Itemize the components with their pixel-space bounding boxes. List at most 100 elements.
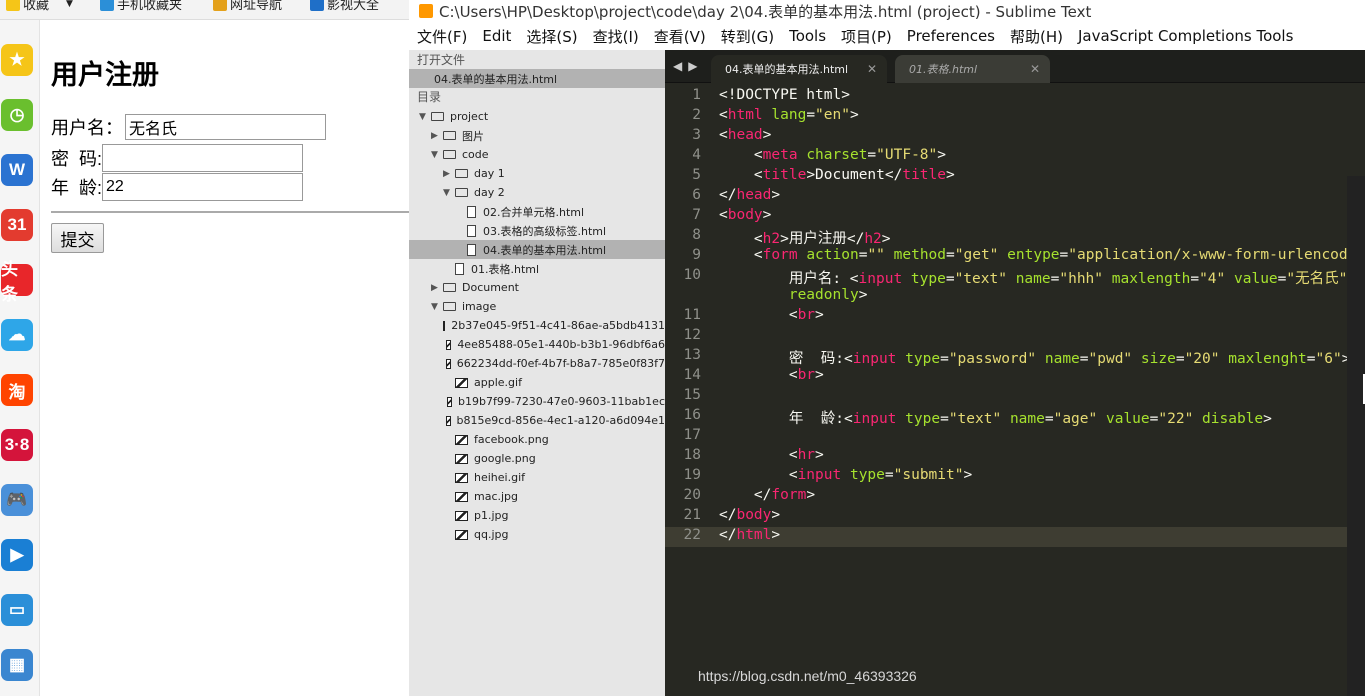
code-line[interactable]: <!DOCTYPE html> bbox=[719, 87, 850, 103]
menu-item[interactable]: Edit bbox=[482, 27, 511, 45]
code-line[interactable]: </form> bbox=[719, 487, 815, 503]
menu-item[interactable]: 转到(G) bbox=[721, 26, 774, 47]
menu-item[interactable]: 查找(I) bbox=[593, 26, 639, 47]
watermark-url: https://blog.csdn.net/m0_46393326 bbox=[698, 668, 917, 684]
image-file-icon bbox=[446, 339, 452, 350]
tree-item[interactable]: facebook.png bbox=[409, 430, 665, 449]
code-line[interactable]: <input type="submit"> bbox=[719, 467, 972, 483]
tree-item[interactable]: p1.jpg bbox=[409, 506, 665, 525]
tree-item[interactable]: 01.表格.html bbox=[409, 259, 665, 278]
menu-item[interactable]: 帮助(H) bbox=[1010, 26, 1063, 47]
line-number: 19 bbox=[683, 467, 701, 483]
calculator-icon[interactable]: ▦ bbox=[1, 649, 33, 681]
code-line[interactable]: </head> bbox=[719, 187, 780, 203]
menu-item[interactable]: JavaScript Completions Tools bbox=[1078, 27, 1293, 45]
menu-item[interactable]: 文件(F) bbox=[417, 26, 467, 47]
tab-nav-arrows-icon[interactable]: ◀▶ bbox=[673, 59, 703, 73]
tree-item[interactable]: ▶ day 1 bbox=[409, 164, 665, 183]
bookmark-video[interactable]: 影视大全 bbox=[310, 0, 379, 13]
tree-item-label: 02.合并单元格.html bbox=[483, 205, 585, 219]
menu-item[interactable]: Tools bbox=[789, 27, 826, 45]
code-line[interactable]: <h2>用户注册</h2> bbox=[719, 227, 891, 248]
code-line[interactable]: <head> bbox=[719, 127, 771, 143]
tree-item[interactable]: 662234dd-f0ef-4b7f-b8a7-785e0f83f7 bbox=[409, 354, 665, 373]
tree-item[interactable]: google.png bbox=[409, 449, 665, 468]
tree-item[interactable]: 02.合并单元格.html bbox=[409, 202, 665, 221]
gamepad-icon[interactable]: 🎮 bbox=[1, 484, 33, 516]
bookmark-mobile[interactable]: 手机收藏夹 bbox=[100, 0, 182, 13]
bookmark-favorites[interactable]: 收藏 ▼ bbox=[6, 0, 73, 13]
code-line[interactable]: 密 码:<input type="password" name="pwd" si… bbox=[719, 347, 1351, 368]
menu-item[interactable]: 查看(V) bbox=[654, 26, 706, 47]
calendar-icon[interactable]: 31 bbox=[1, 209, 33, 241]
tree-item[interactable]: b815e9cd-856e-4ec1-a120-a6d094e1 bbox=[409, 411, 665, 430]
sale-icon[interactable]: 3·8 bbox=[1, 429, 33, 461]
code-line[interactable]: 年 龄:<input type="text" name="age" value=… bbox=[719, 407, 1272, 428]
expanded-arrow-icon[interactable]: ▼ bbox=[431, 150, 443, 160]
code-line[interactable]: <br> bbox=[719, 367, 824, 383]
minimap[interactable] bbox=[1347, 176, 1365, 696]
tab-inactive[interactable]: 01.表格.html ✕ bbox=[895, 55, 1050, 83]
menu-item[interactable]: 项目(P) bbox=[841, 26, 892, 47]
expanded-arrow-icon[interactable]: ▼ bbox=[419, 112, 431, 122]
code-line[interactable]: <meta charset="UTF-8"> bbox=[719, 147, 946, 163]
line-number: 8 bbox=[692, 227, 701, 243]
age-input[interactable] bbox=[102, 173, 304, 201]
folder-icon bbox=[443, 283, 456, 292]
line-number: 1 bbox=[692, 87, 701, 103]
monitor-icon[interactable]: ▭ bbox=[1, 594, 33, 626]
collapsed-arrow-icon[interactable]: ▶ bbox=[431, 283, 443, 293]
video-icon[interactable]: ▶ bbox=[1, 539, 33, 571]
code-line[interactable]: <br> bbox=[719, 307, 824, 323]
tree-item[interactable]: apple.gif bbox=[409, 373, 665, 392]
menu-item[interactable]: Preferences bbox=[907, 27, 995, 45]
code-line[interactable]: <form action="" method="get" entype="app… bbox=[719, 247, 1365, 263]
expanded-arrow-icon[interactable]: ▼ bbox=[431, 302, 443, 312]
chevron-down-icon[interactable]: ▼ bbox=[66, 0, 73, 9]
star-icon[interactable]: ★ bbox=[1, 44, 33, 76]
tree-item[interactable]: b19b7f99-7230-47e0-9603-11bab1ec bbox=[409, 392, 665, 411]
collapsed-arrow-icon[interactable]: ▶ bbox=[443, 169, 455, 179]
taobao-icon[interactable]: 淘 bbox=[1, 374, 33, 406]
tab-active[interactable]: 04.表单的基本用法.html ✕ bbox=[711, 55, 887, 83]
weather-icon[interactable]: ☁ bbox=[1, 319, 33, 351]
folder-icon bbox=[431, 112, 444, 121]
code-line[interactable]: readonly> bbox=[719, 287, 868, 303]
tree-item[interactable]: qq.jpg bbox=[409, 525, 665, 544]
password-input[interactable] bbox=[102, 144, 304, 172]
bookmark-nav[interactable]: 网址导航 bbox=[213, 0, 282, 13]
open-file-item[interactable]: 04.表单的基本用法.html bbox=[409, 69, 665, 88]
close-icon[interactable]: ✕ bbox=[1030, 62, 1040, 76]
code-line[interactable]: <hr> bbox=[719, 447, 824, 463]
tree-item[interactable]: ▼ code bbox=[409, 145, 665, 164]
tree-item-label: heihei.gif bbox=[474, 471, 525, 484]
rendered-page: 用户注册 用户名： 密 码: 年 龄: 提交 bbox=[41, 20, 409, 696]
code-line[interactable]: </html> bbox=[719, 527, 780, 543]
tree-item[interactable]: mac.jpg bbox=[409, 487, 665, 506]
code-line[interactable]: <body> bbox=[719, 207, 771, 223]
code-line[interactable]: </body> bbox=[719, 507, 780, 523]
code-line[interactable]: <title>Document</title> bbox=[719, 167, 955, 183]
username-input[interactable] bbox=[125, 114, 326, 140]
code-line[interactable]: <html lang="en"> bbox=[719, 107, 859, 123]
close-icon[interactable]: ✕ bbox=[867, 62, 877, 76]
tree-item[interactable]: 03.表格的高级标签.html bbox=[409, 221, 665, 240]
word-icon[interactable]: W bbox=[1, 154, 33, 186]
tree-item[interactable]: 04.表单的基本用法.html bbox=[409, 240, 665, 259]
collapsed-arrow-icon[interactable]: ▶ bbox=[431, 131, 443, 141]
toutiao-icon[interactable]: 头条 bbox=[1, 260, 33, 304]
expanded-arrow-icon[interactable]: ▼ bbox=[443, 188, 455, 198]
tree-item[interactable]: 2b37e045-9f51-4c41-86ae-a5bdb4131 bbox=[409, 316, 665, 335]
clock-icon[interactable]: ◷ bbox=[1, 99, 33, 131]
tree-item[interactable]: heihei.gif bbox=[409, 468, 665, 487]
tree-item[interactable]: ▼ project bbox=[409, 107, 665, 126]
tree-item[interactable]: ▼ image bbox=[409, 297, 665, 316]
tree-item[interactable]: 4ee85488-05e1-440b-b3b1-96dbf6a6 bbox=[409, 335, 665, 354]
menu-item[interactable]: 选择(S) bbox=[526, 26, 577, 47]
tree-item[interactable]: ▶ 图片 bbox=[409, 126, 665, 145]
tree-item[interactable]: ▼ day 2 bbox=[409, 183, 665, 202]
submit-button[interactable]: 提交 bbox=[51, 223, 104, 253]
code-line[interactable]: 用户名: <input type="text" name="hhh" maxle… bbox=[719, 267, 1348, 288]
code-area[interactable]: 1 <!DOCTYPE html> 2 <html lang="en"> 3 <head>… bbox=[665, 85, 1365, 696]
tree-item[interactable]: ▶ Document bbox=[409, 278, 665, 297]
